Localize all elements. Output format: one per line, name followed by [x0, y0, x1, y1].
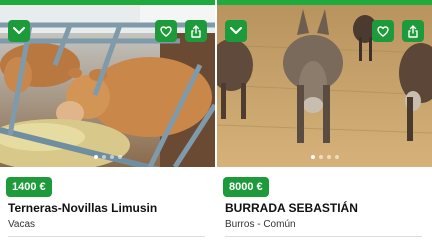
- chevron-down-icon: [13, 27, 25, 35]
- listing-title[interactable]: Terneras-Novillas Limusin: [8, 201, 209, 215]
- listing-photo-donkey[interactable]: [217, 5, 432, 167]
- share-button[interactable]: [185, 20, 207, 42]
- carousel-dot[interactable]: [334, 155, 339, 159]
- listing-card[interactable]: 8000 € BURRADA SEBASTIÁN Burros - Común: [217, 0, 432, 243]
- divider: [225, 236, 422, 237]
- carousel-dot[interactable]: [117, 155, 122, 159]
- share-button[interactable]: [402, 20, 424, 42]
- price-badge: 1400 €: [6, 177, 52, 197]
- divider: [8, 236, 205, 237]
- collapse-button[interactable]: [8, 20, 30, 42]
- listing-category: Burros - Común: [225, 219, 296, 230]
- chevron-down-icon: [230, 27, 242, 35]
- collapse-button[interactable]: [225, 20, 247, 42]
- carousel-dot[interactable]: [93, 155, 98, 159]
- carousel-dot[interactable]: [101, 155, 106, 159]
- listing-category: Vacas: [8, 219, 36, 230]
- price-badge: 8000 €: [223, 177, 269, 197]
- heart-icon: [160, 25, 172, 37]
- carousel-dot[interactable]: [318, 155, 323, 159]
- carousel-indicator[interactable]: [93, 155, 122, 159]
- listing-photo-cattle[interactable]: [0, 5, 215, 167]
- heart-icon: [377, 25, 389, 37]
- favorite-button[interactable]: [155, 20, 177, 42]
- carousel-indicator[interactable]: [310, 155, 339, 159]
- listing-card[interactable]: 1400 € Terneras-Novillas Limusin Vacas: [0, 0, 215, 243]
- carousel-dot[interactable]: [326, 155, 331, 159]
- share-icon: [407, 24, 419, 38]
- favorite-button[interactable]: [372, 20, 394, 42]
- share-icon: [190, 24, 202, 38]
- carousel-dot[interactable]: [109, 155, 114, 159]
- carousel-dot[interactable]: [310, 155, 315, 159]
- listing-title[interactable]: BURRADA SEBASTIÁN: [225, 201, 426, 215]
